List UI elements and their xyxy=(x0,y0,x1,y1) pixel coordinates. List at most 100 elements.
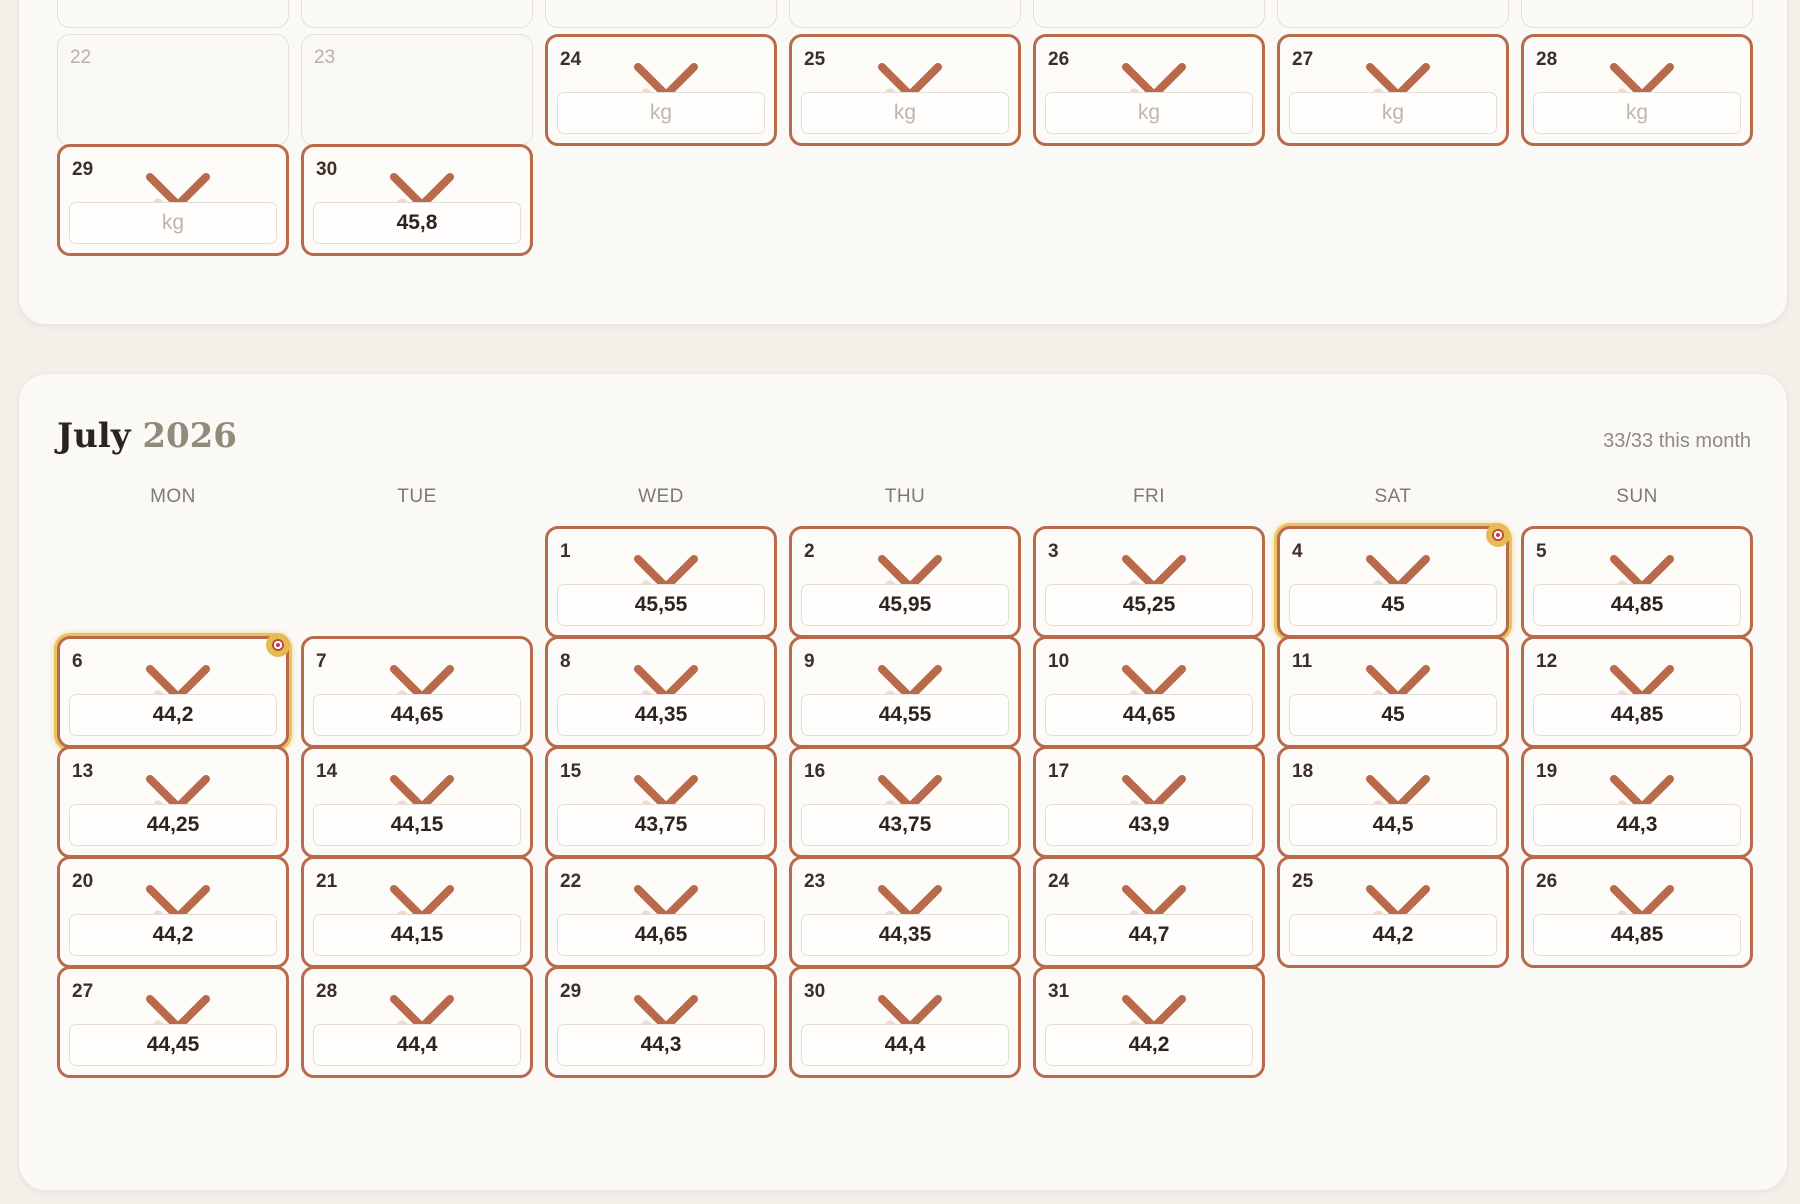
day-cell[interactable]: 23 44,35 xyxy=(789,856,1021,968)
weight-input[interactable]: 44,5 xyxy=(1289,804,1497,846)
weight-input[interactable]: kg xyxy=(1045,92,1253,134)
weight-input[interactable]: 43,9 xyxy=(1045,804,1253,846)
weight-input[interactable]: 45 xyxy=(1289,694,1497,736)
day-number: 24 xyxy=(560,49,582,70)
day-cell[interactable]: 11 45 xyxy=(1277,636,1509,748)
day-cell-empty xyxy=(545,0,777,28)
day-cell[interactable]: 17 43,9 xyxy=(1033,746,1265,858)
day-cell[interactable]: 28 kg xyxy=(1521,34,1753,146)
day-cell[interactable]: 25 kg xyxy=(789,34,1021,146)
day-cell[interactable]: 18 44,5 xyxy=(1277,746,1509,858)
day-number: 23 xyxy=(804,871,826,892)
month-name: July xyxy=(57,416,131,456)
weight-input[interactable]: 44,2 xyxy=(69,914,277,956)
day-number: 30 xyxy=(316,159,338,180)
day-cell[interactable]: 24 kg xyxy=(545,34,777,146)
day-number: 28 xyxy=(1536,49,1558,70)
target-icon xyxy=(1486,523,1510,547)
day-cell[interactable]: 1 45,55 xyxy=(545,526,777,638)
weight-input[interactable]: 43,75 xyxy=(557,804,765,846)
weight-input[interactable]: 44,65 xyxy=(1045,694,1253,736)
weekday-label: WED xyxy=(638,486,684,507)
weight-input[interactable]: 44,65 xyxy=(557,914,765,956)
day-cell[interactable]: 28 44,4 xyxy=(301,966,533,1078)
day-cell[interactable]: 7 44,65 xyxy=(301,636,533,748)
weight-input[interactable]: 44,2 xyxy=(1289,914,1497,956)
day-cell[interactable]: 21 44,15 xyxy=(301,856,533,968)
day-cell[interactable]: 15 43,75 xyxy=(545,746,777,858)
day-number: 3 xyxy=(1048,541,1059,562)
day-cell[interactable]: 16 43,75 xyxy=(789,746,1021,858)
day-number: 8 xyxy=(560,651,571,672)
day-number: 23 xyxy=(314,47,336,68)
weekday-label: THU xyxy=(884,486,926,507)
weight-input[interactable]: kg xyxy=(1289,92,1497,134)
weight-input[interactable]: 44,35 xyxy=(801,914,1009,956)
day-cell[interactable]: 22 44,65 xyxy=(545,856,777,968)
weight-input[interactable]: 44,4 xyxy=(801,1024,1009,1066)
weight-input[interactable]: 44,25 xyxy=(69,804,277,846)
weight-input[interactable]: 44,85 xyxy=(1533,694,1741,736)
weekday-label: SAT xyxy=(1374,486,1412,507)
weight-input[interactable]: 45,25 xyxy=(1045,584,1253,626)
day-cell[interactable]: 30 45,8 xyxy=(301,144,533,256)
weight-input[interactable]: 45,95 xyxy=(801,584,1009,626)
day-cell[interactable]: 26 kg xyxy=(1033,34,1265,146)
day-cell[interactable]: 10 44,65 xyxy=(1033,636,1265,748)
day-cell[interactable]: 27 kg xyxy=(1277,34,1509,146)
day-cell[interactable]: 24 44,7 xyxy=(1033,856,1265,968)
weight-input[interactable]: 44,3 xyxy=(557,1024,765,1066)
day-number: 25 xyxy=(1292,871,1314,892)
weight-input[interactable]: 44,7 xyxy=(1045,914,1253,956)
weight-input[interactable]: 44,85 xyxy=(1533,914,1741,956)
day-cell[interactable]: 29 kg xyxy=(57,144,289,256)
day-number: 27 xyxy=(1292,49,1314,70)
weight-input[interactable]: 44,55 xyxy=(801,694,1009,736)
weight-input[interactable]: kg xyxy=(1533,92,1741,134)
day-cell[interactable]: 26 44,85 xyxy=(1521,856,1753,968)
weight-input[interactable]: 44,65 xyxy=(313,694,521,736)
day-cell[interactable]: 14 44,15 xyxy=(301,746,533,858)
day-cell[interactable]: 9 44,55 xyxy=(789,636,1021,748)
weight-input[interactable]: 44,45 xyxy=(69,1024,277,1066)
day-cell[interactable]: 29 44,3 xyxy=(545,966,777,1078)
weight-input[interactable]: kg xyxy=(69,202,277,244)
day-cell[interactable]: 12 44,85 xyxy=(1521,636,1753,748)
day-cell[interactable]: 19 44,3 xyxy=(1521,746,1753,858)
weight-input[interactable]: 43,75 xyxy=(801,804,1009,846)
weight-input[interactable]: 45 xyxy=(1289,584,1497,626)
day-cell[interactable]: 3 45,25 xyxy=(1033,526,1265,638)
weight-input[interactable]: 44,2 xyxy=(1045,1024,1253,1066)
weight-input[interactable]: 44,3 xyxy=(1533,804,1741,846)
day-number: 31 xyxy=(1048,981,1070,1002)
day-cell[interactable]: 20 44,2 xyxy=(57,856,289,968)
day-number: 29 xyxy=(560,981,582,1002)
weight-input[interactable]: 44,2 xyxy=(69,694,277,736)
day-cell[interactable]: 6 44,2 xyxy=(57,633,290,748)
day-cell[interactable]: 8 44,35 xyxy=(545,636,777,748)
day-number: 13 xyxy=(72,761,94,782)
month-title: July 2026 xyxy=(57,416,237,456)
day-cell[interactable]: 25 44,2 xyxy=(1277,856,1509,968)
weight-input[interactable]: 44,15 xyxy=(313,914,521,956)
day-cell[interactable]: 30 44,4 xyxy=(789,966,1021,1078)
weight-input[interactable]: 44,85 xyxy=(1533,584,1741,626)
weight-input[interactable]: 45,8 xyxy=(313,202,521,244)
weight-input[interactable]: 44,15 xyxy=(313,804,521,846)
july-month-card: July 2026 33/33 this month MON TUE WED THU F… xyxy=(18,373,1788,1191)
day-cell[interactable]: 31 44,2 xyxy=(1033,966,1265,1078)
weight-input[interactable]: 44,4 xyxy=(313,1024,521,1066)
day-cell[interactable]: 13 44,25 xyxy=(57,746,289,858)
weight-input[interactable]: 44,35 xyxy=(557,694,765,736)
day-number: 24 xyxy=(1048,871,1070,892)
day-number: 19 xyxy=(1536,761,1558,782)
day-cell[interactable]: 5 44,85 xyxy=(1521,526,1753,638)
day-cell[interactable]: 27 44,45 xyxy=(57,966,289,1078)
day-number: 2 xyxy=(804,541,815,562)
weight-input[interactable]: kg xyxy=(557,92,765,134)
day-cell[interactable]: 4 45 xyxy=(1277,523,1510,638)
day-number: 22 xyxy=(70,47,92,68)
weight-input[interactable]: kg xyxy=(801,92,1009,134)
weight-input[interactable]: 45,55 xyxy=(557,584,765,626)
day-cell[interactable]: 2 45,95 xyxy=(789,526,1021,638)
